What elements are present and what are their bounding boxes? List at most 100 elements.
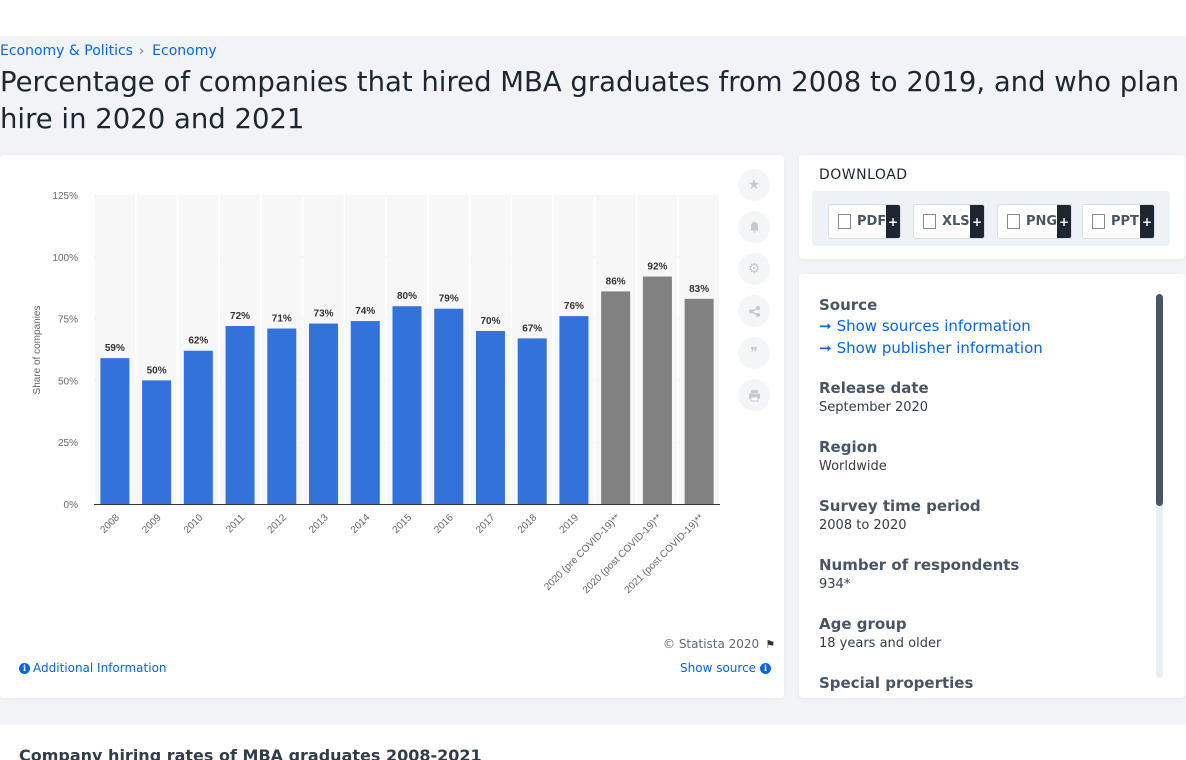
x-tick-label: 2010 bbox=[182, 512, 206, 536]
details-scrollbar-thumb[interactable] bbox=[1156, 294, 1163, 506]
y-tick-label: 0% bbox=[64, 500, 79, 511]
x-tick-label: 2018 bbox=[516, 512, 540, 536]
data-label: 50% bbox=[147, 365, 167, 376]
x-tick-label: 2009 bbox=[140, 512, 164, 536]
download-ppt-button[interactable]: PPT + bbox=[1082, 204, 1155, 239]
page-title: Percentage of companies that hired MBA g… bbox=[0, 66, 1180, 135]
breadcrumb-economy[interactable]: Economy bbox=[152, 43, 216, 59]
breadcrumb-separator: › bbox=[138, 43, 145, 59]
data-label: 59% bbox=[105, 343, 125, 354]
data-label: 71% bbox=[272, 313, 292, 324]
share-icon[interactable] bbox=[738, 295, 770, 327]
bar bbox=[100, 358, 130, 504]
show-publisher-label: Show publisher information bbox=[836, 339, 1043, 357]
y-tick-label: 100% bbox=[52, 253, 78, 264]
x-tick-label: 2013 bbox=[307, 512, 331, 536]
survey-period-value: 2008 to 2020 bbox=[819, 518, 907, 533]
data-label: 92% bbox=[647, 262, 667, 273]
bar bbox=[225, 326, 255, 504]
bar-chart: 0% 25% 50% 75% 100% 125% 59% 2008 50% 2009 62% 2010… bbox=[32, 191, 720, 596]
y-tick-label: 25% bbox=[58, 438, 78, 449]
data-label: 76% bbox=[564, 301, 584, 312]
download-pdf-button[interactable]: PDF + bbox=[828, 204, 901, 239]
flag-icon[interactable]: ⚑ bbox=[765, 638, 775, 651]
download-buttons: PDF + XLS + PNG + PPT + bbox=[812, 191, 1170, 246]
plus-icon: + bbox=[886, 205, 900, 238]
bar bbox=[475, 330, 505, 504]
data-label: 72% bbox=[230, 311, 250, 322]
data-label: 62% bbox=[188, 336, 208, 347]
show-sources-label: Show sources information bbox=[836, 317, 1031, 335]
release-date-value: September 2020 bbox=[819, 400, 929, 415]
x-tick-label: 2019 bbox=[558, 512, 582, 536]
star-icon[interactable]: ★ bbox=[738, 169, 770, 201]
show-publisher-link[interactable]: ➞ Show publisher information bbox=[819, 339, 1149, 357]
copyright: © Statista 2020 ⚑ bbox=[663, 637, 775, 651]
age-group-label: Age group bbox=[819, 615, 907, 633]
arrow-right-icon: ➞ bbox=[819, 317, 832, 335]
gear-icon[interactable]: ⚙ bbox=[738, 253, 770, 285]
data-label: 73% bbox=[314, 309, 334, 320]
show-sources-link[interactable]: ➞ Show sources information bbox=[819, 317, 1149, 335]
data-label: 86% bbox=[606, 276, 626, 287]
download-png-label: PNG bbox=[1026, 214, 1058, 229]
plus-icon: + bbox=[970, 205, 984, 238]
breadcrumb-economy-politics[interactable]: Economy & Politics bbox=[0, 43, 133, 59]
bar bbox=[559, 316, 589, 504]
y-axis-title: Share of companies bbox=[32, 306, 43, 395]
chart-tools: ★ ⚙ ❞ bbox=[738, 169, 772, 421]
data-label: 83% bbox=[689, 284, 709, 295]
download-xls-button[interactable]: XLS + bbox=[913, 204, 985, 239]
ppt-file-icon bbox=[1092, 214, 1105, 229]
show-source-link[interactable]: Show source i bbox=[680, 661, 772, 675]
additional-info-label: Additional Information bbox=[33, 661, 167, 675]
x-tick-label: 2020 (post COVID-19)** bbox=[581, 512, 665, 596]
statistic-details-card: Source ➞ Show sources information ➞ Show… bbox=[799, 274, 1185, 698]
info-icon: i bbox=[760, 662, 772, 674]
download-card: DOWNLOAD PDF + XLS + PNG + PPT + bbox=[799, 155, 1185, 259]
bar bbox=[142, 380, 172, 504]
y-tick-label: 125% bbox=[52, 191, 78, 202]
data-label: 67% bbox=[522, 323, 542, 334]
bar bbox=[601, 291, 631, 504]
download-xls-label: XLS bbox=[942, 214, 970, 229]
bar bbox=[183, 350, 213, 504]
additional-info-link[interactable]: i Additional Information bbox=[19, 661, 167, 675]
region-label: Region bbox=[819, 438, 878, 456]
x-tick-label: 2015 bbox=[391, 512, 415, 536]
png-file-icon bbox=[1007, 214, 1020, 229]
download-pdf-label: PDF bbox=[857, 214, 887, 229]
bar bbox=[392, 306, 422, 504]
x-tick-label: 2017 bbox=[474, 512, 498, 536]
download-ppt-label: PPT bbox=[1111, 214, 1139, 229]
plus-icon: + bbox=[1057, 205, 1071, 238]
chart-card: 0% 25% 50% 75% 100% 125% 59% 2008 50% 2009 62% 2010… bbox=[0, 155, 784, 698]
bar bbox=[309, 323, 339, 504]
statistic-details: Source ➞ Show sources information ➞ Show… bbox=[819, 296, 1149, 695]
bar bbox=[517, 338, 547, 504]
top-bar bbox=[0, 0, 1186, 36]
quote-icon[interactable]: ❞ bbox=[738, 337, 770, 369]
download-png-button[interactable]: PNG + bbox=[997, 204, 1072, 239]
data-label: 74% bbox=[355, 306, 375, 317]
special-properties-label: Special properties bbox=[819, 674, 974, 692]
y-tick-label: 75% bbox=[58, 315, 78, 326]
x-tick-label: 2020 (pre COVID-19)** bbox=[542, 512, 623, 593]
bell-icon[interactable] bbox=[738, 211, 770, 243]
x-tick-label: 2014 bbox=[349, 512, 373, 536]
source-label: Source bbox=[819, 296, 878, 314]
description-title: Company hiring rates of MBA graduates 20… bbox=[19, 746, 482, 760]
print-icon[interactable] bbox=[738, 379, 770, 411]
description-card: Company hiring rates of MBA graduates 20… bbox=[0, 725, 1186, 760]
data-label: 80% bbox=[397, 291, 417, 302]
x-tick-label: 2021 (post COVID-19)** bbox=[623, 512, 707, 596]
pdf-file-icon bbox=[838, 214, 851, 229]
x-tick-label: 2016 bbox=[432, 512, 456, 536]
xls-file-icon bbox=[923, 214, 936, 229]
respondents-label: Number of respondents bbox=[819, 556, 1020, 574]
bar bbox=[267, 328, 297, 504]
bar bbox=[350, 321, 380, 504]
region-value: Worldwide bbox=[819, 459, 887, 474]
y-tick-label: 50% bbox=[58, 376, 78, 387]
x-tick-label: 2011 bbox=[224, 512, 247, 535]
